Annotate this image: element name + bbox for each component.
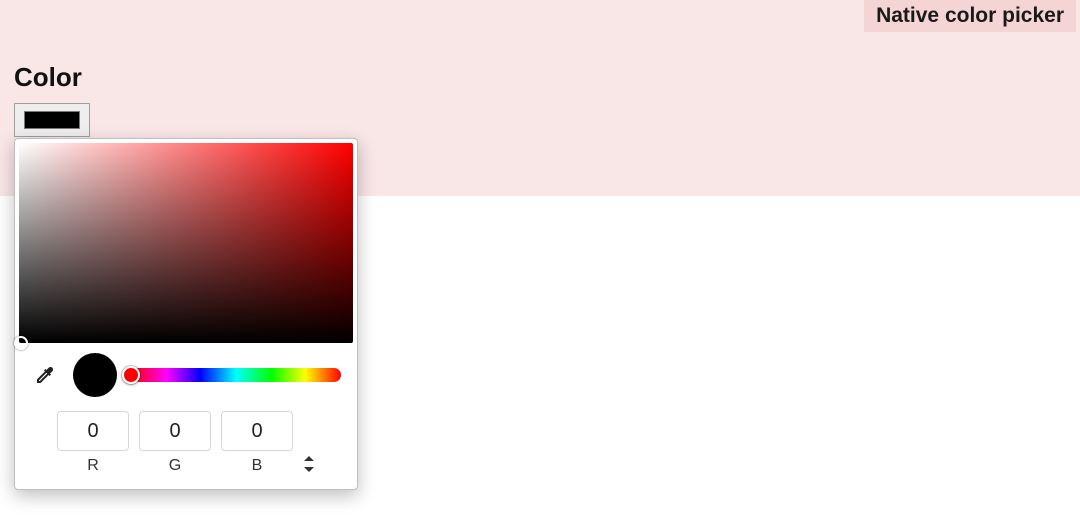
channel-label-g: G	[169, 457, 181, 475]
color-input-swatch[interactable]	[14, 103, 90, 137]
eyedropper-icon	[33, 363, 57, 387]
channel-input-r[interactable]	[57, 411, 129, 451]
eyedropper-button[interactable]	[31, 361, 59, 389]
panel-badge: Native color picker	[864, 0, 1076, 32]
field-label: Color	[14, 62, 1070, 93]
channel-input-b[interactable]	[221, 411, 293, 451]
saturation-value-panel[interactable]	[19, 143, 353, 343]
color-swatch-preview	[24, 111, 80, 129]
picker-middle-row	[19, 343, 353, 401]
color-preview-circle	[73, 353, 117, 397]
color-picker-popover: R G B	[14, 138, 358, 490]
hue-slider-thumb	[122, 366, 140, 384]
channel-label-r: R	[87, 457, 99, 475]
channel-col-g: G	[139, 411, 211, 475]
channel-input-g[interactable]	[139, 411, 211, 451]
hue-slider[interactable]	[131, 368, 341, 382]
chevron-updown-icon	[303, 456, 315, 472]
channel-col-b: B	[221, 411, 293, 475]
channel-col-r: R	[57, 411, 129, 475]
channel-inputs-row: R G B	[19, 401, 353, 475]
format-toggle-button[interactable]	[303, 453, 315, 475]
channel-label-b: B	[252, 457, 263, 475]
